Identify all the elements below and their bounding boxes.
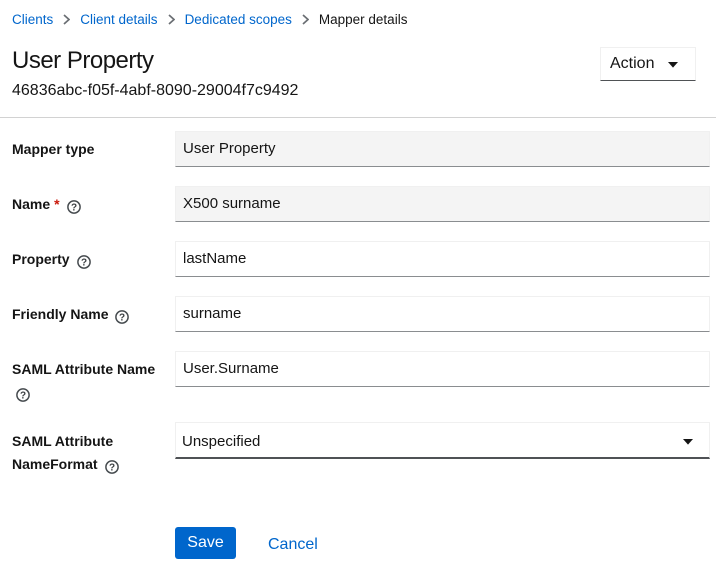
svg-text:?: ? <box>119 313 125 324</box>
svg-text:?: ? <box>20 390 26 401</box>
svg-text:?: ? <box>109 463 115 474</box>
svg-text:?: ? <box>81 258 87 269</box>
svg-text:?: ? <box>71 203 77 214</box>
